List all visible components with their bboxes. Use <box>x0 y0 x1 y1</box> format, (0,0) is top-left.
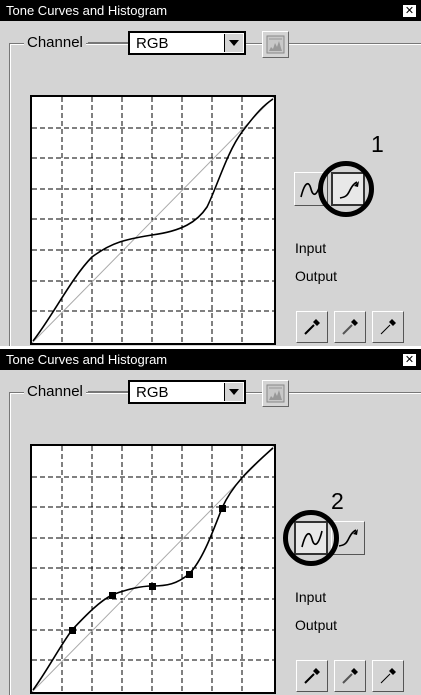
gray-point-eyedropper-icon <box>342 319 358 335</box>
output-label: Output <box>295 268 338 284</box>
title-bar: Tone Curves and Histogram ✕ <box>0 349 421 370</box>
output-label: Output <box>295 617 338 633</box>
window-title: Tone Curves and Histogram <box>6 352 168 367</box>
groupbox-line <box>88 42 128 43</box>
callout-number: 2 <box>331 488 344 514</box>
dropdown-arrow-icon[interactable] <box>224 383 243 401</box>
histogram-button[interactable] <box>262 31 289 58</box>
close-icon[interactable]: ✕ <box>402 353 417 367</box>
callout-ring <box>318 161 374 217</box>
close-icon[interactable]: ✕ <box>402 4 417 18</box>
black-point-eyedropper[interactable] <box>296 660 328 692</box>
channel-value: RGB <box>136 384 169 401</box>
curve-control-point <box>149 583 156 590</box>
channel-select[interactable]: RGB <box>128 380 246 404</box>
tone-curve-graph[interactable] <box>30 95 276 345</box>
freehand-curve-icon <box>338 529 358 547</box>
groupbox-line <box>88 391 128 392</box>
black-point-eyedropper-icon <box>304 668 320 684</box>
histogram-icon <box>266 35 285 54</box>
curve-control-point <box>109 592 116 599</box>
tone-curve-dialog: Tone Curves and Histogram ✕ Channel RGB <box>0 0 421 346</box>
gray-point-eyedropper-icon <box>342 668 358 684</box>
black-point-eyedropper[interactable] <box>296 311 328 343</box>
white-point-eyedropper[interactable] <box>372 660 404 692</box>
window-title: Tone Curves and Histogram <box>6 3 168 18</box>
white-point-eyedropper[interactable] <box>372 311 404 343</box>
channel-value: RGB <box>136 35 169 52</box>
tone-curve-dialog: Tone Curves and Histogram ✕ Channel RGB <box>0 349 421 695</box>
input-label: Input <box>295 240 327 256</box>
histogram-icon <box>266 384 285 403</box>
white-point-eyedropper-icon <box>380 319 396 335</box>
black-point-eyedropper-icon <box>304 319 320 335</box>
gray-point-eyedropper[interactable] <box>334 311 366 343</box>
input-label: Input <box>295 589 327 605</box>
curve-control-point <box>69 627 76 634</box>
channel-label: Channel <box>24 383 86 400</box>
curve-control-point <box>186 571 193 578</box>
callout-number: 1 <box>371 131 384 157</box>
curve-control-point <box>219 505 226 512</box>
tone-curve-graph[interactable] <box>30 444 276 694</box>
callout-ring <box>283 510 339 566</box>
title-bar: Tone Curves and Histogram ✕ <box>0 0 421 21</box>
gray-point-eyedropper[interactable] <box>334 660 366 692</box>
histogram-button[interactable] <box>262 380 289 407</box>
white-point-eyedropper-icon <box>380 668 396 684</box>
dropdown-arrow-icon[interactable] <box>224 34 243 52</box>
channel-label: Channel <box>24 34 86 51</box>
channel-select[interactable]: RGB <box>128 31 246 55</box>
